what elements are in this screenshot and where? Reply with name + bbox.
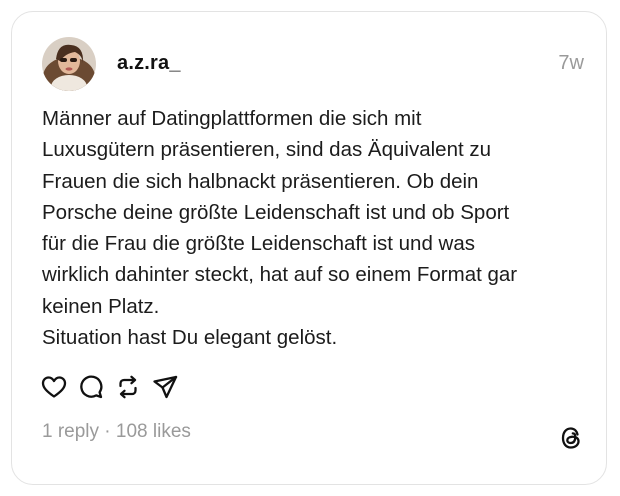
timestamp: 7w [558,52,584,74]
post-card: a.z.ra_ 7w Männer auf Datingplattformen … [11,11,607,485]
replies-count[interactable]: 1 reply [42,421,99,442]
share-button[interactable] [151,373,179,401]
likes-count[interactable]: 108 likes [116,421,191,442]
avatar-image [42,37,96,91]
post-text: Männer auf Datingplattformen die sich mi… [42,107,518,350]
reply-button[interactable] [77,373,105,401]
threads-logo-icon [558,424,584,452]
repost-button[interactable] [114,373,142,401]
username[interactable]: a.z.ra_ [117,52,181,75]
speech-bubble-icon [80,375,103,399]
send-icon [153,375,178,399]
engagement-stats: 1 reply · 108 likes [42,421,191,443]
heart-icon [41,376,67,398]
repost-icon [119,375,137,399]
like-button[interactable] [40,373,68,401]
avatar[interactable] [42,37,96,91]
stats-separator: · [99,421,116,442]
